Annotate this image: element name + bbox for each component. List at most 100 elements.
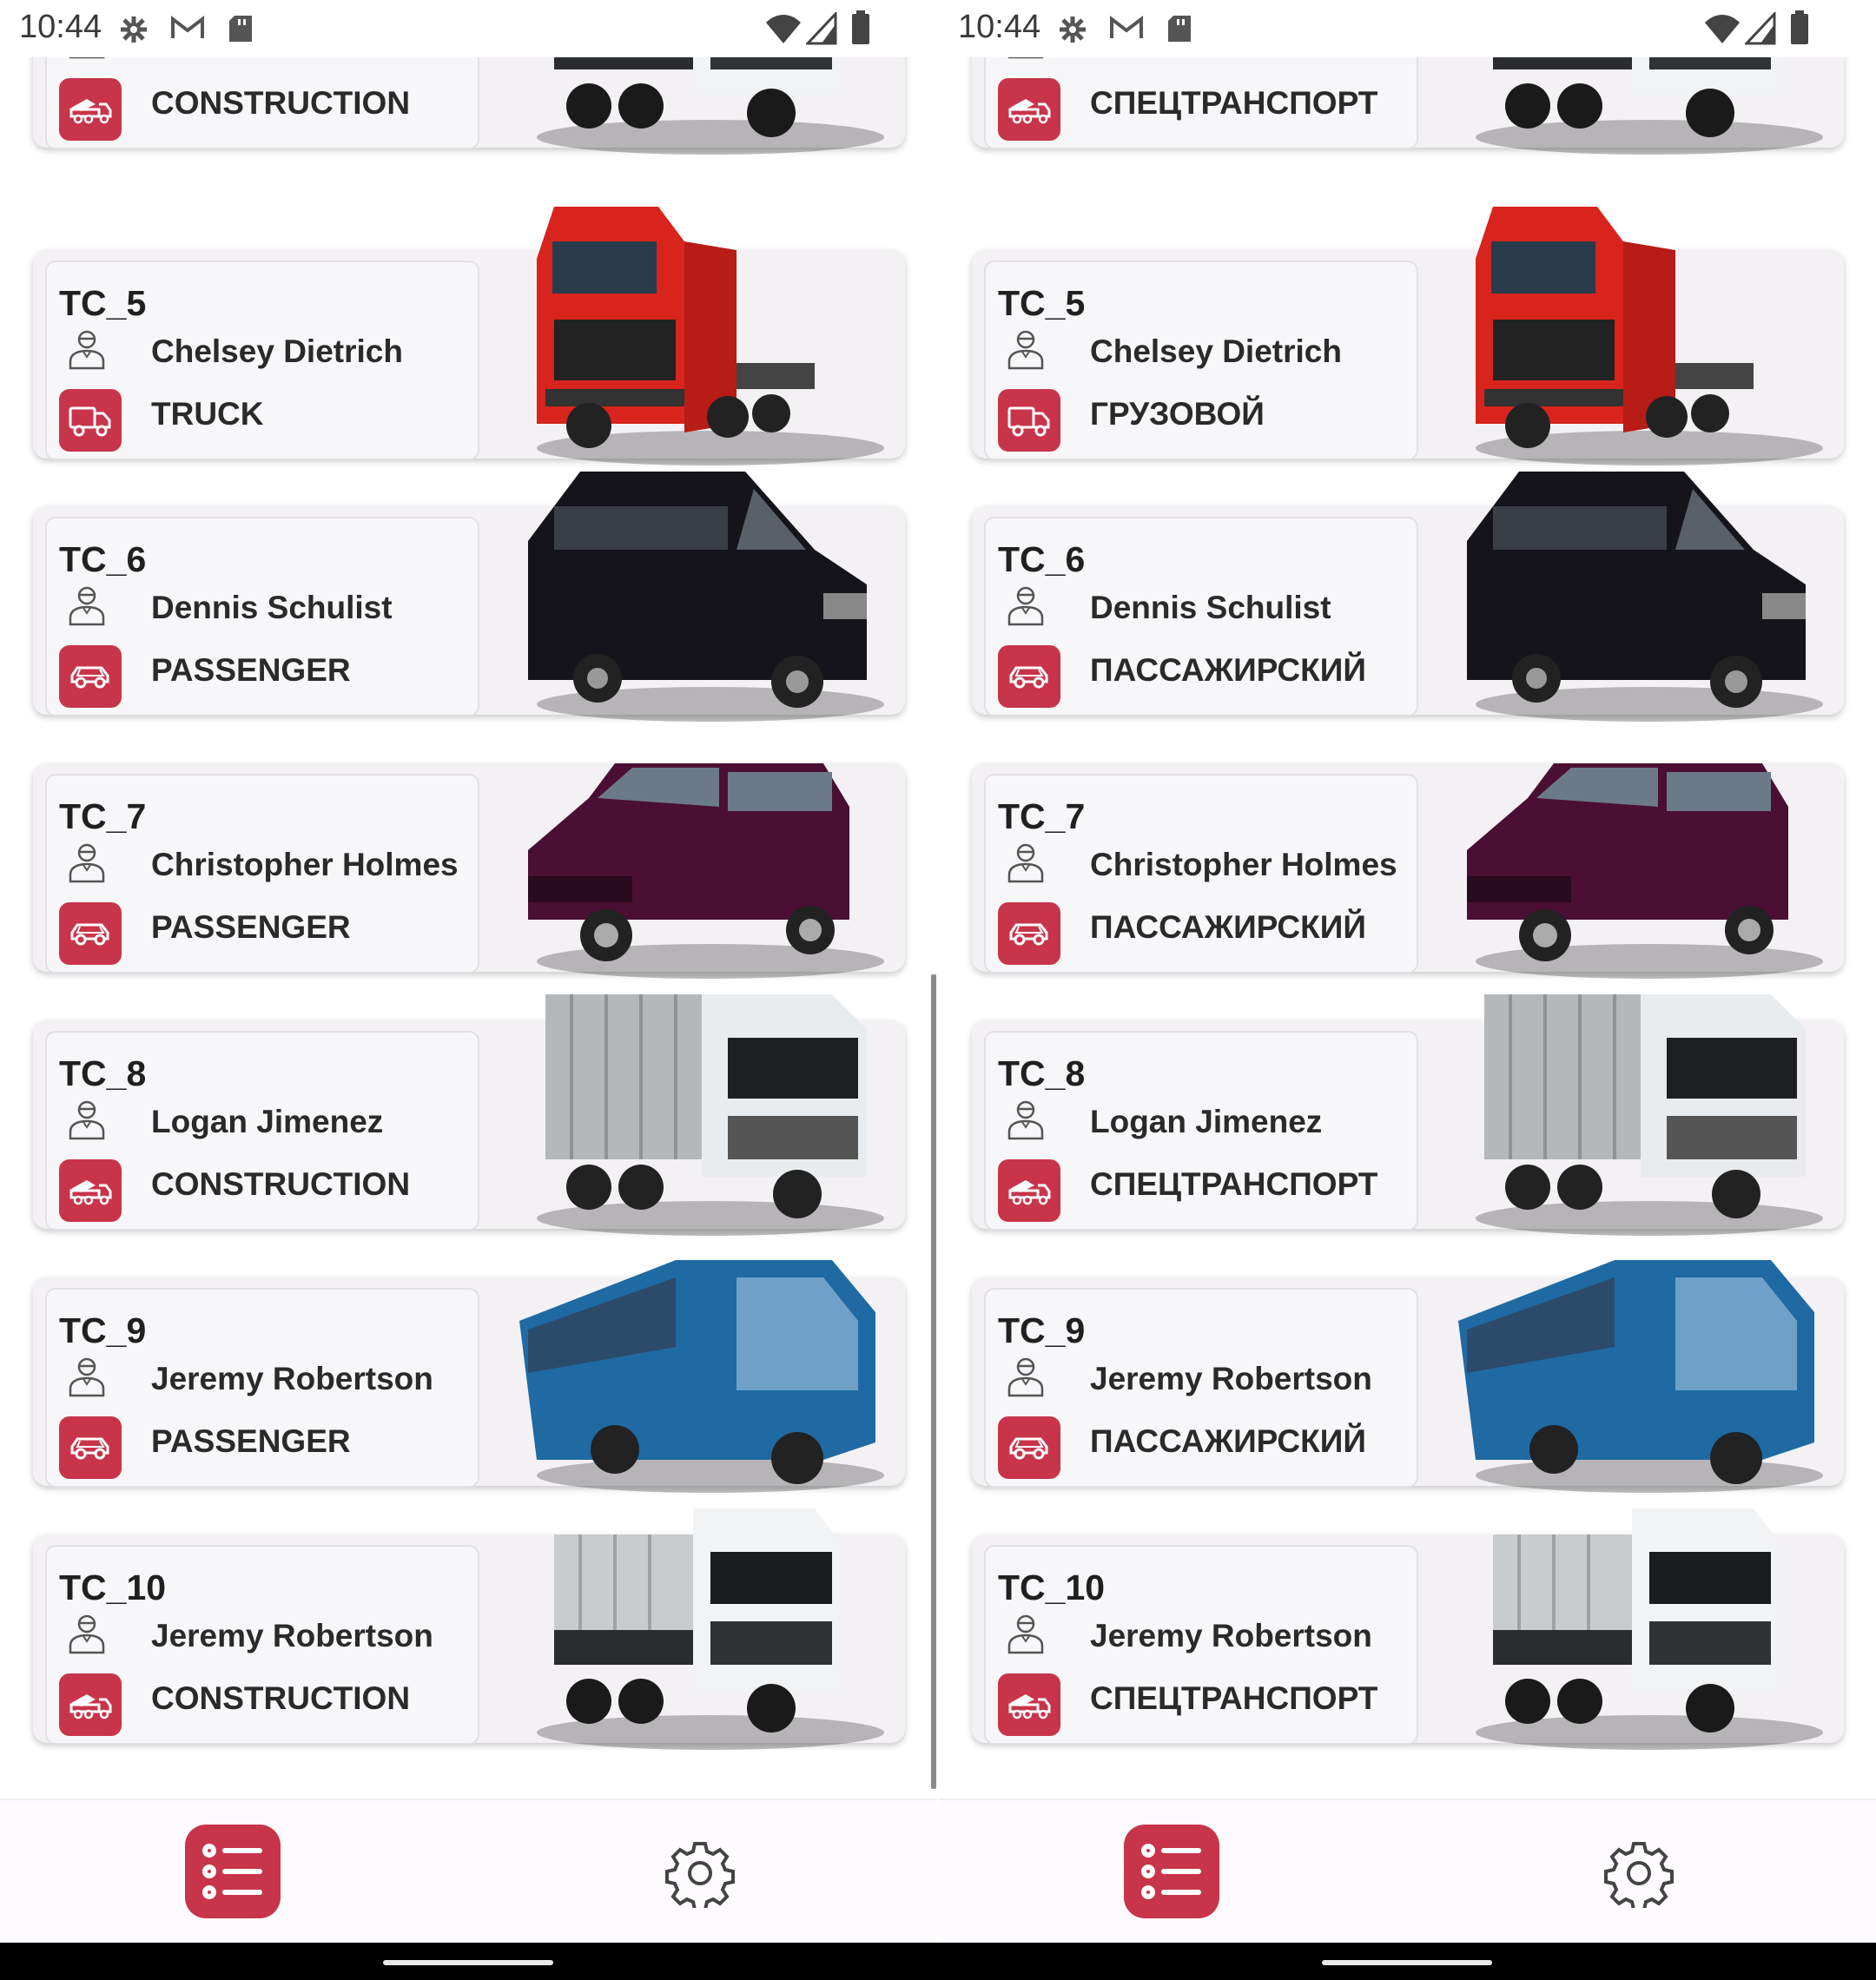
bottom-navigation [0,1798,937,1943]
vehicle-image-cargo-truck [537,994,884,1236]
vehicle-image-red-truck [1476,207,1823,465]
vehicle-type: ГРУЗОВОЙ [1090,396,1265,432]
car-icon [59,1416,122,1479]
vehicle-info-panel: TC_10 Jeremy Robertson СПЕЦТРАНСПОРТ [984,1545,1418,1745]
vehicle-image-cargo-truck [1476,994,1823,1236]
vehicle-image-black-van [1467,472,1823,722]
vehicle-type: ПАССАЖИРСКИЙ [1090,1423,1366,1459]
vehicle-type: CONSTRUCTION [151,1166,411,1202]
truck-icon [998,389,1060,452]
person-icon [68,1099,106,1140]
person-icon [1007,842,1045,883]
battery-icon [852,10,869,44]
home-gesture-pill[interactable] [383,1960,553,1965]
vehicle-card[interactable]: TC_9 Jeremy Robertson ПАССАЖИРСКИЙ [972,1260,1844,1493]
vehicle-type: СПЕЦТРАНСПОРТ [1090,1166,1378,1202]
owner-name: Christopher Holmes [1090,847,1397,882]
dump-truck-icon [998,1673,1060,1736]
status-bar: 10:44 [0,0,937,57]
home-gesture-pill[interactable] [1322,1960,1492,1965]
person-icon [1007,1356,1045,1397]
status-bar: 10:44 [939,0,1876,57]
gmail-notification-icon [171,15,204,38]
vehicle-info-panel: TC_6 Dennis Schulist ПАССАЖИРСКИЙ [984,517,1418,716]
person-icon [1007,584,1045,626]
dump-truck-icon [998,78,1060,141]
owner-name: Dennis Schulist [1090,590,1331,625]
vehicle-image-black-van [528,472,884,722]
left-phone-screen: Patricia LebsackCONSTRUCTIONTC_5Chelsey … [0,0,937,1943]
vehicle-info-panel: TC_7 Christopher Holmes PASSENGER [45,774,479,974]
vehicle-type: CONSTRUCTION [151,1680,411,1716]
owner-name: Logan Jimenez [151,1104,384,1139]
vehicle-type: PASSENGER [151,652,351,688]
vehicle-id: TC_5 [59,283,147,323]
vehicle-image-blue-bus [1458,1260,1823,1493]
person-icon [68,1356,106,1397]
vehicle-type: CONSTRUCTION [151,85,411,121]
vehicle-type: ПАССАЖИРСКИЙ [1090,652,1366,688]
vehicle-id: TC_9 [998,1310,1086,1350]
vehicle-card[interactable]: TC_5 Chelsey Dietrich ГРУЗОВОЙ [972,207,1844,465]
cellular-signal-icon [1745,12,1776,45]
owner-name: Christopher Holmes [151,847,459,882]
battery-icon [1791,10,1808,44]
person-icon [1007,1613,1045,1654]
vehicle-type: СПЕЦТРАНСПОРТ [1090,85,1378,121]
right-phone-screen: Patricia LebsackСПЕЦТРАНСПОРТTC_5Chelsey… [939,0,1876,1943]
vehicle-image-dump-truck [537,1508,884,1750]
vehicle-card[interactable]: TC_10 Jeremy Robertson СПЕЦТРАНСПОРТ [972,1508,1844,1750]
vehicle-info-panel: TC_8 Logan Jimenez CONSTRUCTION [45,1031,479,1231]
dump-truck-icon [59,1673,122,1736]
vehicle-card[interactable]: TC_7 Christopher Holmes ПАССАЖИРСКИЙ [972,763,1844,979]
vehicle-info-panel: TC_9 Jeremy Robertson ПАССАЖИРСКИЙ [984,1288,1418,1488]
person-icon [68,584,106,626]
vehicle-id: TC_10 [998,1568,1106,1607]
owner-name: Jeremy Robertson [151,1361,433,1396]
vehicle-image-blue-bus [519,1260,884,1493]
person-icon [1007,1099,1045,1140]
gmail-notification-icon [1110,15,1143,38]
owner-name: Chelsey Dietrich [151,333,403,369]
car-icon [998,902,1060,965]
car-icon [998,645,1060,708]
vehicle-card[interactable]: TC_7 Christopher Holmes PASSENGER [33,763,905,979]
vehicle-info-panel: TC_10 Jeremy Robertson CONSTRUCTION [45,1545,479,1745]
owner-name: Jeremy Robertson [1090,1618,1372,1653]
vehicle-type: PASSENGER [151,1423,351,1459]
vehicle-card[interactable]: TC_8 Logan Jimenez CONSTRUCTION [33,994,905,1236]
vehicle-type: СПЕЦТРАНСПОРТ [1090,1680,1378,1716]
vehicle-card[interactable]: TC_10 Jeremy Robertson CONSTRUCTION [33,1508,905,1750]
vehicle-id: TC_8 [998,1053,1086,1093]
settings-notification-icon [121,16,147,43]
vehicle-image-purple-minivan [1467,763,1823,979]
vehicle-card[interactable]: TC_9 Jeremy Robertson PASSENGER [33,1260,905,1493]
settings-gear-icon[interactable] [1604,1838,1674,1911]
vehicle-id: TC_8 [59,1053,147,1093]
owner-name: Jeremy Robertson [151,1618,433,1653]
status-time: 10:44 [19,9,102,45]
settings-notification-icon [1060,16,1086,43]
vehicle-card[interactable]: TC_5 Chelsey Dietrich TRUCK [33,207,905,465]
vehicle-id: TC_5 [998,283,1086,323]
vehicle-info-panel: TC_7 Christopher Holmes ПАССАЖИРСКИЙ [984,774,1418,974]
vehicle-type: PASSENGER [151,909,351,945]
vehicle-id: TC_7 [59,796,147,836]
vehicle-card[interactable]: TC_6 Dennis Schulist PASSENGER [33,472,905,722]
vehicle-card[interactable]: TC_8 Logan Jimenez СПЕЦТРАНСПОРТ [972,994,1844,1236]
vehicle-list[interactable]: Patricia LebsackСПЕЦТРАНСПОРТTC_5Chelsey… [939,0,1876,1750]
vehicle-id: TC_10 [59,1568,167,1607]
vehicle-image-red-truck [537,207,884,465]
list-icon[interactable] [185,1825,281,1918]
owner-name: Jeremy Robertson [1090,1361,1372,1396]
vehicle-list[interactable]: Patricia LebsackCONSTRUCTIONTC_5Chelsey … [0,0,937,1750]
vehicle-type: TRUCK [151,396,264,432]
settings-gear-icon[interactable] [665,1838,735,1911]
car-icon [998,1416,1060,1479]
cellular-signal-icon [806,12,837,45]
list-icon[interactable] [1124,1825,1219,1918]
vehicle-card[interactable]: TC_6 Dennis Schulist ПАССАЖИРСКИЙ [972,472,1844,722]
status-time: 10:44 [958,9,1041,45]
vehicle-id: TC_7 [998,796,1086,836]
wifi-icon [766,15,801,43]
